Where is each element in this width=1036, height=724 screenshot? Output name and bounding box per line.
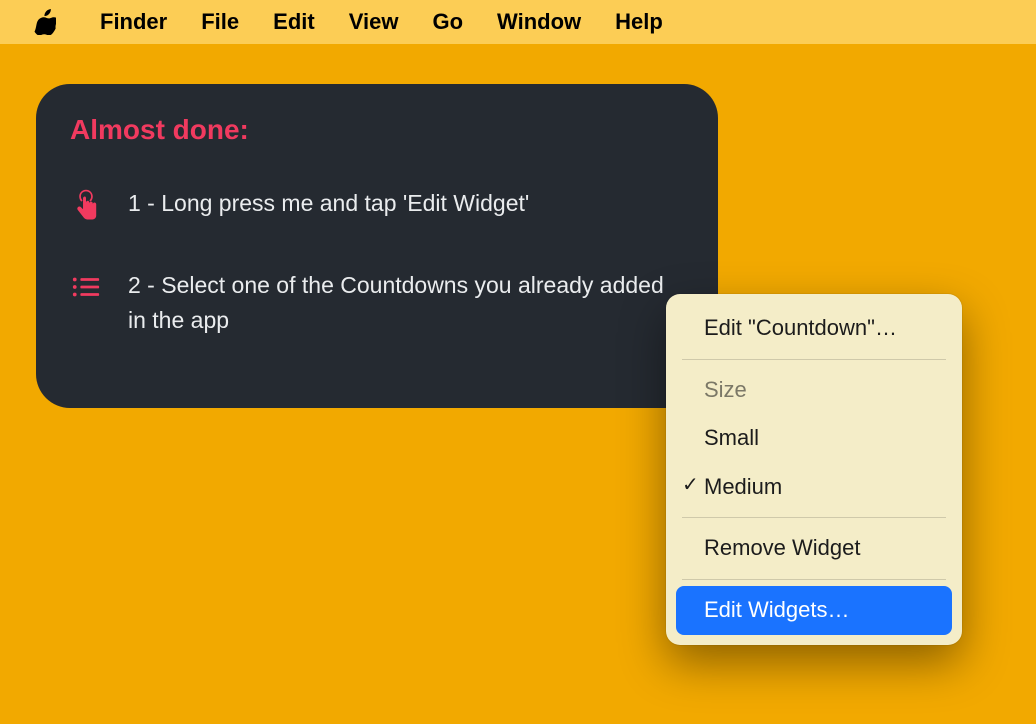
menubar: Finder File Edit View Go Window Help xyxy=(0,0,1036,44)
menu-separator xyxy=(682,517,946,518)
widget-context-menu: Edit "Countdown"… Size Small ✓ Medium Re… xyxy=(666,294,962,645)
menubar-item-edit[interactable]: Edit xyxy=(273,9,315,35)
menubar-app-name[interactable]: Finder xyxy=(100,9,167,35)
countdown-widget[interactable]: Almost done: 1 - Long press me and tap '… xyxy=(36,84,718,408)
menu-item-remove-widget[interactable]: Remove Widget xyxy=(676,524,952,573)
checkmark-icon: ✓ xyxy=(682,472,699,498)
tap-hand-icon xyxy=(70,186,102,222)
widget-title: Almost done: xyxy=(70,114,684,146)
list-bullets-icon xyxy=(70,268,102,304)
menu-item-size-small[interactable]: Small xyxy=(676,414,952,463)
widget-step-2: 2 - Select one of the Countdowns you alr… xyxy=(70,268,684,337)
menubar-item-help[interactable]: Help xyxy=(615,9,663,35)
widget-step-1-text: 1 - Long press me and tap 'Edit Widget' xyxy=(128,186,684,221)
widget-step-2-text: 2 - Select one of the Countdowns you alr… xyxy=(128,268,684,337)
menu-item-edit-widgets[interactable]: Edit Widgets… xyxy=(676,586,952,635)
menu-item-size-medium[interactable]: ✓ Medium xyxy=(676,463,952,512)
menubar-item-view[interactable]: View xyxy=(349,9,399,35)
menu-item-size-medium-label: Medium xyxy=(704,474,782,499)
menu-size-label: Size xyxy=(676,366,952,415)
apple-logo-icon[interactable] xyxy=(34,9,56,35)
menubar-item-file[interactable]: File xyxy=(201,9,239,35)
menubar-item-window[interactable]: Window xyxy=(497,9,581,35)
menu-separator xyxy=(682,579,946,580)
menubar-item-go[interactable]: Go xyxy=(432,9,463,35)
widget-step-1: 1 - Long press me and tap 'Edit Widget' xyxy=(70,186,684,222)
menu-item-edit-countdown[interactable]: Edit "Countdown"… xyxy=(676,304,952,353)
menu-separator xyxy=(682,359,946,360)
